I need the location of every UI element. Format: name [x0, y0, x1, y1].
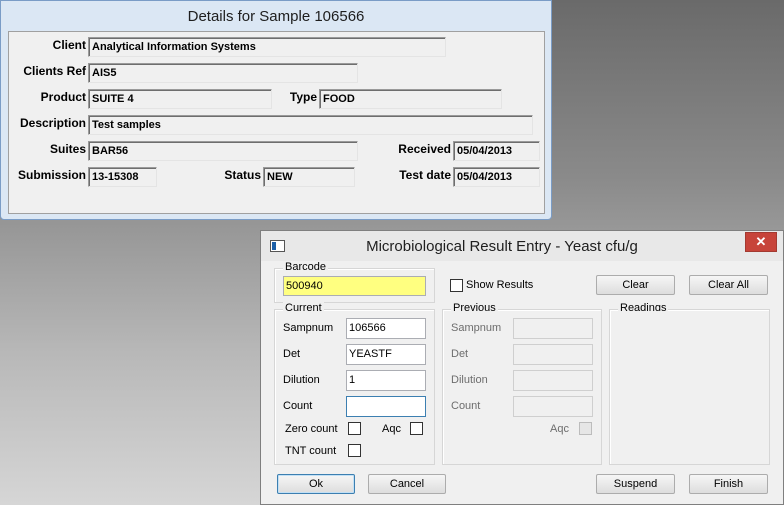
- finish-button[interactable]: Finish: [689, 474, 768, 494]
- type-label: Type: [289, 90, 317, 104]
- show-results-checkbox[interactable]: [450, 279, 463, 292]
- micro-titlebar[interactable]: Microbiological Result Entry - Yeast cfu…: [261, 231, 783, 261]
- show-results-label: Show Results: [466, 279, 534, 291]
- readings-list[interactable]: [611, 311, 768, 463]
- clear-button[interactable]: Clear: [596, 275, 675, 295]
- received-field: 05/04/2013: [453, 141, 540, 161]
- test-date-field: 05/04/2013: [453, 167, 540, 187]
- client-field: Analytical Information Systems: [88, 37, 446, 57]
- details-panel: Client Analytical Information Systems Cl…: [8, 31, 545, 214]
- previous-sampnum-label: Sampnum: [451, 322, 502, 334]
- zero-count-label: Zero count: [285, 423, 338, 435]
- readings-group: Readings: [609, 302, 770, 465]
- current-aqc-checkbox[interactable]: [410, 422, 423, 435]
- close-button[interactable]: ✕: [745, 232, 777, 252]
- previous-dilution-label: Dilution: [451, 374, 488, 386]
- product-field: SUITE 4: [88, 89, 272, 109]
- barcode-input[interactable]: 500940: [283, 276, 426, 296]
- clients-ref-field: AIS5: [88, 63, 358, 83]
- current-dilution-label: Dilution: [283, 374, 320, 386]
- submission-label: Submission: [17, 168, 86, 182]
- description-label: Description: [19, 116, 86, 130]
- zero-count-checkbox[interactable]: [348, 422, 361, 435]
- details-window: Details for Sample 106566 Client Analyti…: [0, 0, 552, 220]
- previous-group-label: Previous: [451, 302, 498, 314]
- suspend-button[interactable]: Suspend: [596, 474, 675, 494]
- micro-window-title: Microbiological Result Entry - Yeast cfu…: [366, 238, 638, 255]
- test-date-label: Test date: [399, 168, 451, 182]
- current-det-label: Det: [283, 348, 301, 360]
- clients-ref-label: Clients Ref: [23, 64, 86, 78]
- previous-det-label: Det: [451, 348, 469, 360]
- ok-button[interactable]: Ok: [277, 474, 355, 494]
- status-field: NEW: [263, 167, 355, 187]
- description-field: Test samples: [88, 115, 533, 135]
- clear-all-button[interactable]: Clear All: [689, 275, 768, 295]
- previous-dilution-input: [513, 370, 593, 391]
- current-dilution-input[interactable]: 1: [346, 370, 426, 391]
- previous-sampnum-input: [513, 318, 593, 339]
- current-aqc-label: Aqc: [382, 423, 401, 435]
- suites-field: BAR56: [88, 141, 358, 161]
- current-sampnum-label: Sampnum: [283, 322, 334, 334]
- tnt-count-label: TNT count: [285, 445, 337, 457]
- previous-count-input: [513, 396, 593, 417]
- previous-aqc-label: Aqc: [550, 423, 569, 435]
- current-group-label: Current: [283, 302, 324, 314]
- status-label: Status: [224, 168, 261, 182]
- current-det-input[interactable]: YEASTF: [346, 344, 426, 365]
- details-window-title: Details for Sample 106566: [187, 8, 365, 25]
- current-group: Current Sampnum 106566 Det YEASTF Diluti…: [274, 302, 435, 465]
- previous-count-label: Count: [451, 400, 481, 412]
- previous-group: Previous Sampnum Det Dilution Count Aqc: [442, 302, 602, 465]
- suites-label: Suites: [49, 142, 86, 156]
- submission-field: 13-15308: [88, 167, 157, 187]
- received-label: Received: [398, 142, 451, 156]
- current-count-label: Count: [283, 400, 313, 412]
- previous-aqc-checkbox: [579, 422, 592, 435]
- micro-result-window: Microbiological Result Entry - Yeast cfu…: [260, 230, 784, 505]
- current-count-input[interactable]: [346, 396, 426, 417]
- type-field: FOOD: [319, 89, 502, 109]
- current-sampnum-input[interactable]: 106566: [346, 318, 426, 339]
- product-label: Product: [40, 90, 86, 104]
- barcode-group-label: Barcode: [283, 261, 328, 273]
- barcode-group: Barcode 500940: [274, 261, 435, 303]
- client-label: Client: [52, 38, 86, 52]
- previous-det-input: [513, 344, 593, 365]
- tnt-count-checkbox[interactable]: [348, 444, 361, 457]
- cancel-button[interactable]: Cancel: [368, 474, 446, 494]
